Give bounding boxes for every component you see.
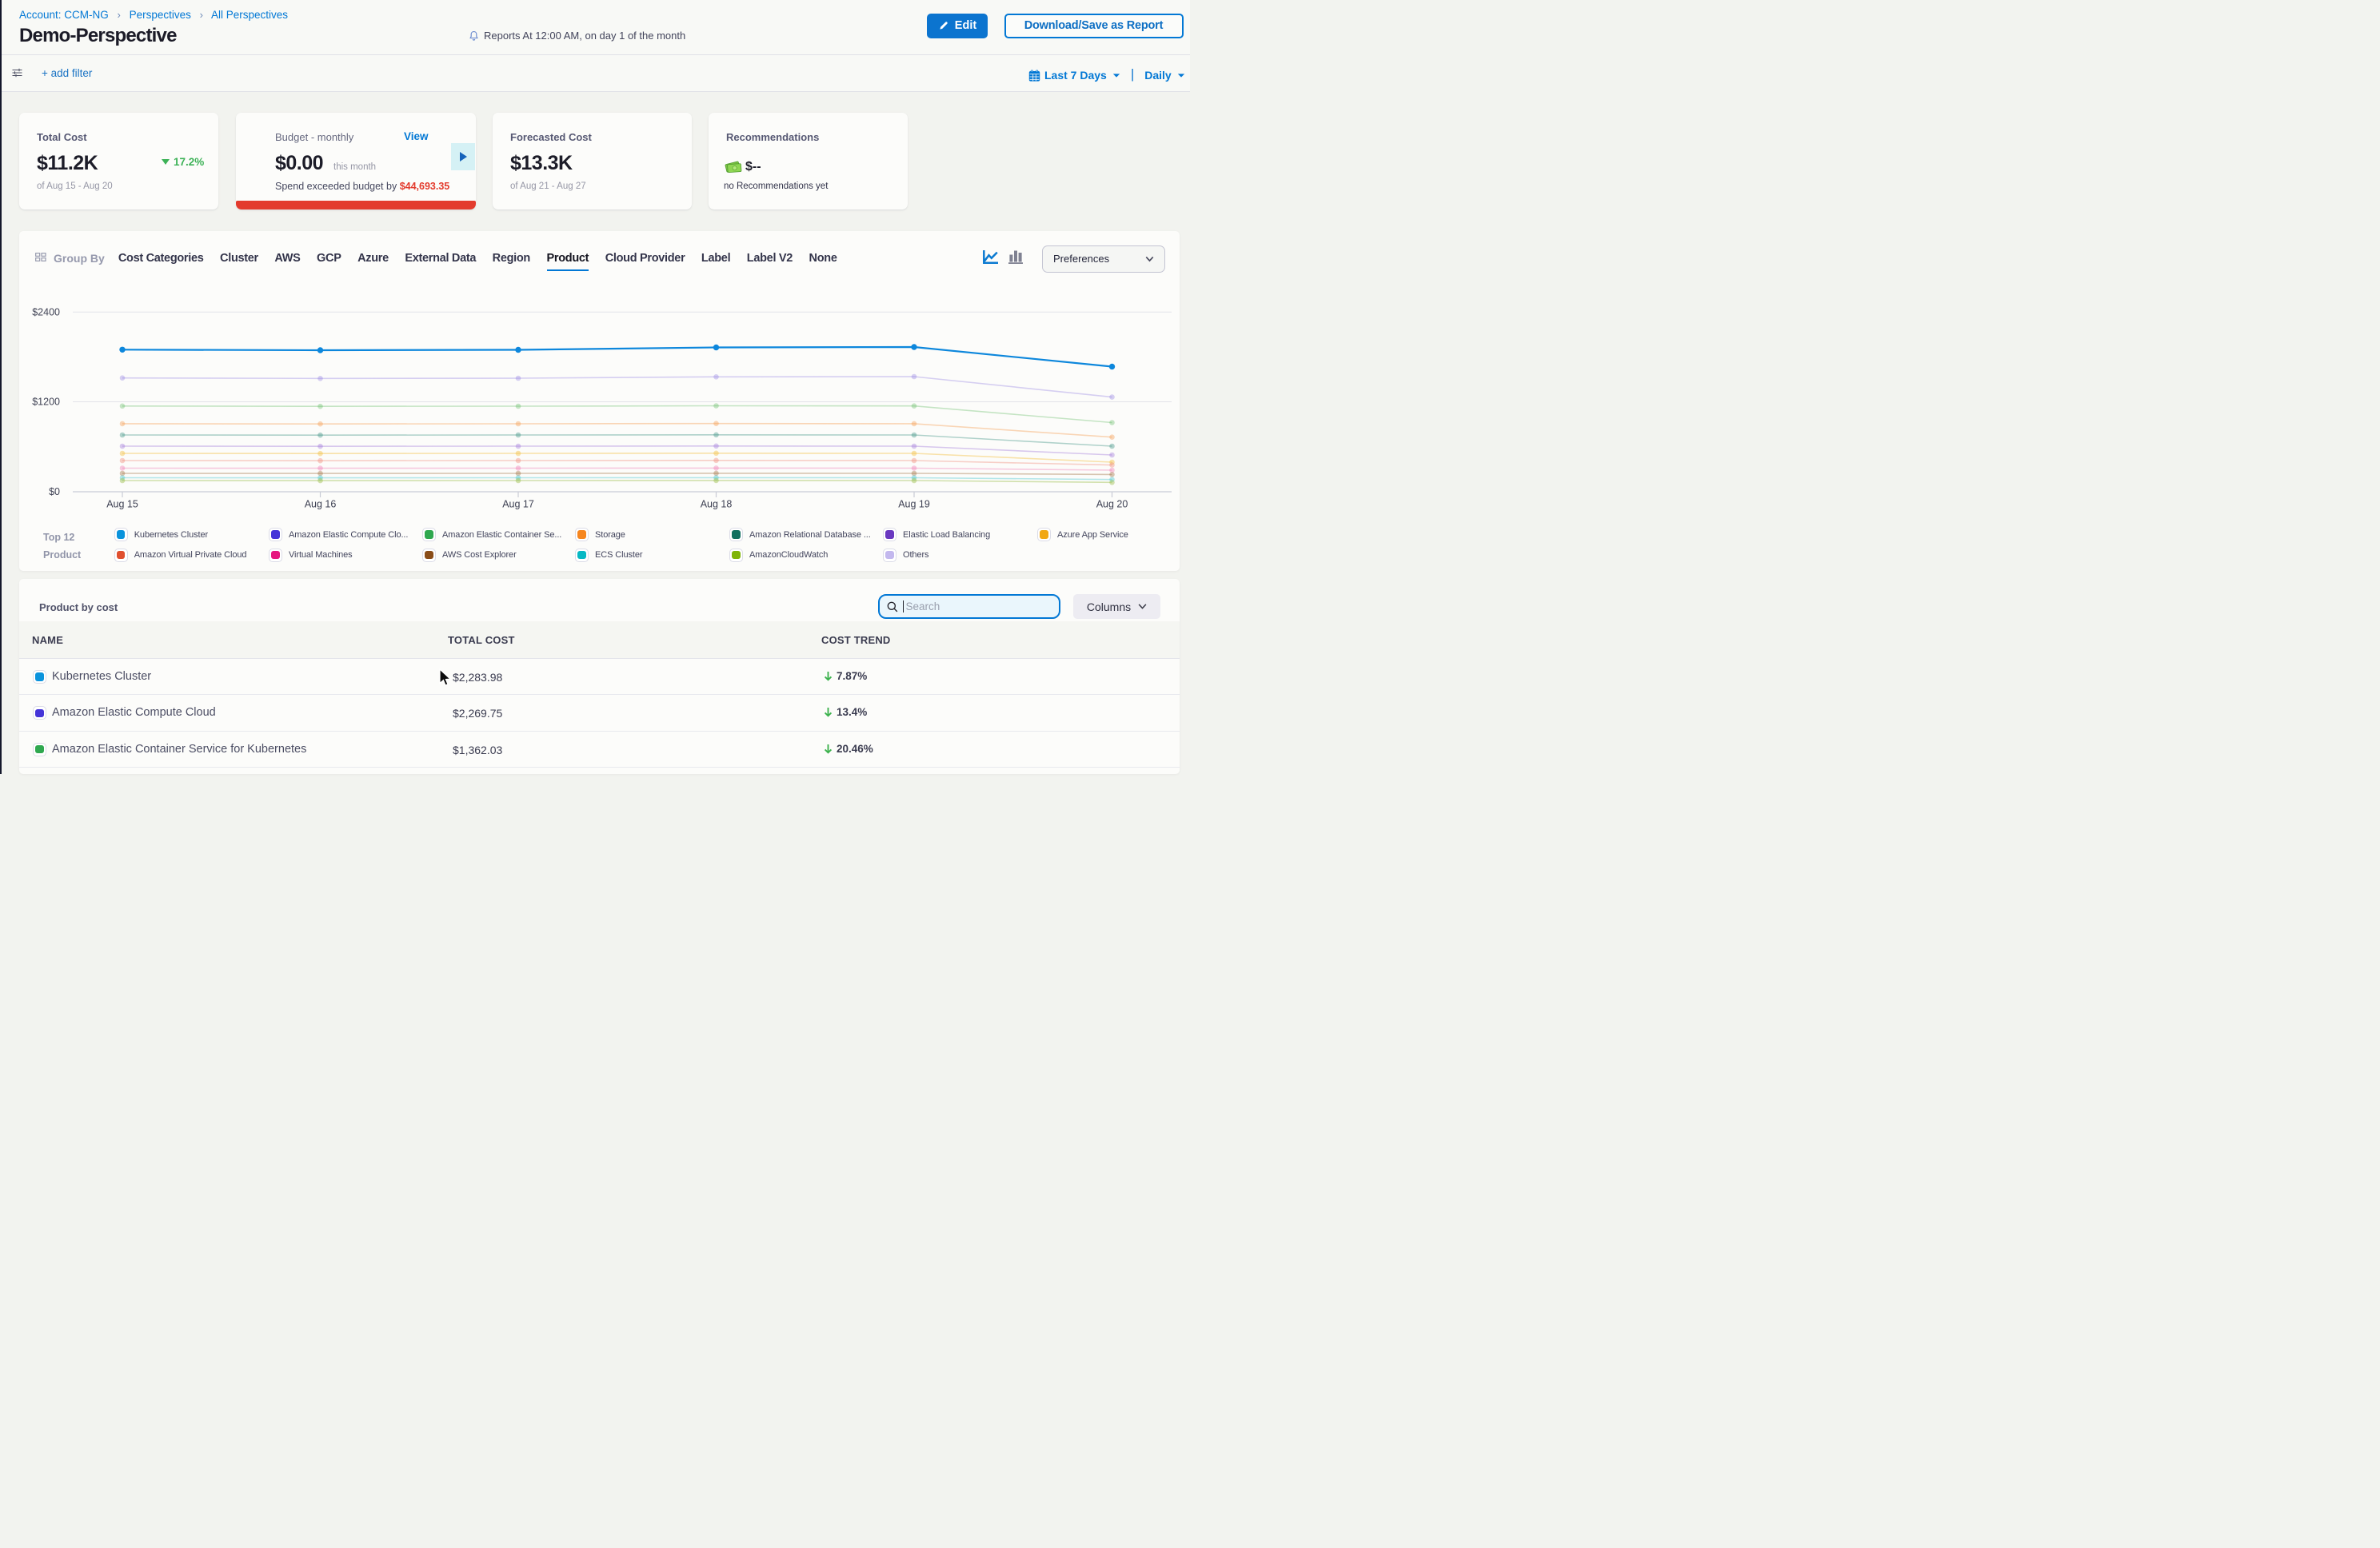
svg-text:Aug 18: Aug 18 bbox=[701, 499, 733, 510]
svg-text:$2400: $2400 bbox=[32, 307, 60, 318]
svg-text:Aug 19: Aug 19 bbox=[898, 499, 930, 510]
svg-text:Aug 16: Aug 16 bbox=[305, 499, 337, 510]
svg-text:$1200: $1200 bbox=[32, 397, 60, 408]
svg-text:Aug 17: Aug 17 bbox=[502, 499, 534, 510]
svg-text:Aug 20: Aug 20 bbox=[1096, 499, 1128, 510]
svg-text:$0: $0 bbox=[49, 486, 60, 497]
svg-text:Aug 15: Aug 15 bbox=[106, 499, 138, 510]
